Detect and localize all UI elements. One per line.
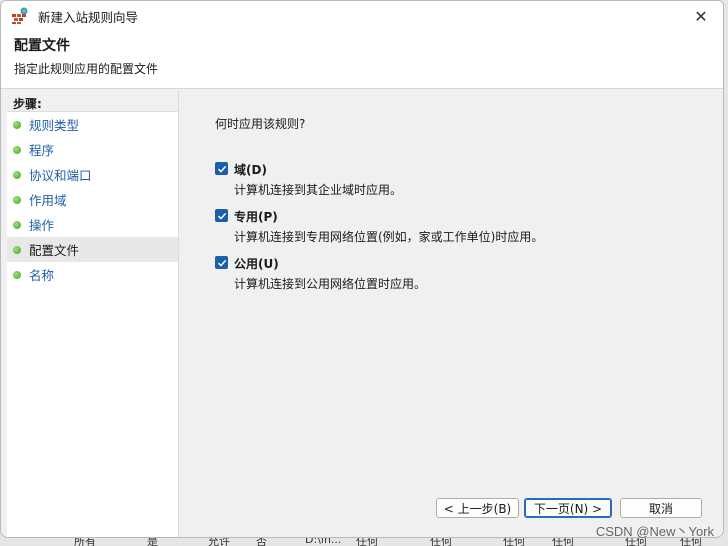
checkmark-icon: [217, 212, 226, 220]
sidebar-item-scope[interactable]: 作用域: [7, 187, 178, 212]
window-title: 新建入站规则向导: [38, 9, 139, 25]
public-option: 公用(U) 计算机连接到公用网络位置时应用。: [215, 255, 723, 292]
table-cell: D:\in...: [305, 538, 342, 546]
checkmark-icon: [217, 165, 226, 173]
public-checkbox[interactable]: [215, 256, 228, 269]
page-subtitle: 指定此规则应用的配置文件: [14, 62, 159, 76]
table-cell: 任何: [552, 538, 574, 546]
wizard-window: 新建入站规则向导 ✕ 配置文件 指定此规则应用的配置文件 步骤: 规则类型 程序…: [0, 0, 724, 538]
domain-description: 计算机连接到其企业域时应用。: [234, 183, 403, 197]
sidebar-item-program[interactable]: 程序: [7, 137, 178, 162]
private-label[interactable]: 专用(P): [234, 208, 543, 225]
sidebar-item-action[interactable]: 操作: [7, 212, 178, 237]
step-complete-icon: [13, 145, 21, 154]
steps-sidebar: 步骤: 规则类型 程序 协议和端口 作用域 操作 配置文件 名称: [7, 91, 179, 537]
wizard-buttons: < 上一步(B) 下一页(N) > 取消: [436, 498, 702, 518]
public-label[interactable]: 公用(U): [234, 255, 426, 272]
private-checkbox[interactable]: [215, 209, 228, 222]
sidebar-item-label: 作用域: [29, 193, 67, 208]
sidebar-item-label: 规则类型: [29, 118, 80, 133]
page-header: 配置文件 指定此规则应用的配置文件: [1, 31, 723, 89]
title-bar: 新建入站规则向导 ✕: [1, 1, 723, 31]
back-button[interactable]: < 上一步(B): [436, 498, 519, 518]
sidebar-item-protocol-ports[interactable]: 协议和端口: [7, 162, 178, 187]
sidebar-item-label: 名称: [29, 268, 55, 283]
firewall-app-icon: [11, 7, 29, 25]
public-description: 计算机连接到公用网络位置时应用。: [234, 277, 427, 291]
domain-label[interactable]: 域(D): [234, 161, 402, 178]
next-button[interactable]: 下一页(N) >: [524, 498, 612, 518]
table-cell: 否: [256, 538, 267, 546]
private-option: 专用(P) 计算机连接到专用网络位置(例如，家或工作单位)时应用。: [215, 208, 723, 245]
domain-checkbox[interactable]: [215, 162, 228, 175]
sidebar-item-name[interactable]: 名称: [7, 262, 178, 287]
content-area: 步骤: 规则类型 程序 协议和端口 作用域 操作 配置文件 名称 何时应用该规则…: [1, 89, 723, 537]
sidebar-item-rule-type[interactable]: 规则类型: [7, 112, 178, 137]
sidebar-item-label: 操作: [29, 218, 55, 233]
main-panel: 何时应用该规则? 域(D) 计算机连接到其企业域时应用。 专用(P) 计算机连接…: [179, 89, 723, 537]
step-complete-icon: [13, 195, 21, 204]
checkmark-icon: [217, 259, 226, 267]
table-cell: 所有: [74, 538, 96, 546]
step-pending-icon: [13, 270, 21, 279]
question-text: 何时应用该规则?: [215, 117, 306, 131]
close-button[interactable]: ✕: [679, 1, 723, 31]
table-cell: 任何: [356, 538, 378, 546]
steps-title: 步骤:: [7, 91, 178, 112]
sidebar-item-label: 协议和端口: [29, 168, 92, 183]
step-complete-icon: [13, 170, 21, 179]
table-cell: 是: [147, 538, 158, 546]
cancel-button[interactable]: 取消: [620, 498, 702, 518]
step-complete-icon: [13, 220, 21, 229]
csdn-watermark: CSDN @New丶York: [595, 524, 714, 539]
domain-option: 域(D) 计算机连接到其企业域时应用。: [215, 161, 723, 198]
step-current-icon: [13, 245, 21, 254]
sidebar-item-profile: 配置文件: [7, 237, 178, 262]
private-description: 计算机连接到专用网络位置(例如，家或工作单位)时应用。: [234, 230, 544, 244]
table-cell: 允许: [208, 538, 230, 546]
table-cell: 任何: [430, 538, 452, 546]
step-complete-icon: [13, 120, 21, 129]
sidebar-item-label: 配置文件: [29, 243, 80, 258]
table-cell: 任何: [503, 538, 525, 546]
page-title: 配置文件: [14, 38, 70, 54]
sidebar-item-label: 程序: [29, 143, 55, 158]
close-icon: ✕: [694, 6, 708, 26]
